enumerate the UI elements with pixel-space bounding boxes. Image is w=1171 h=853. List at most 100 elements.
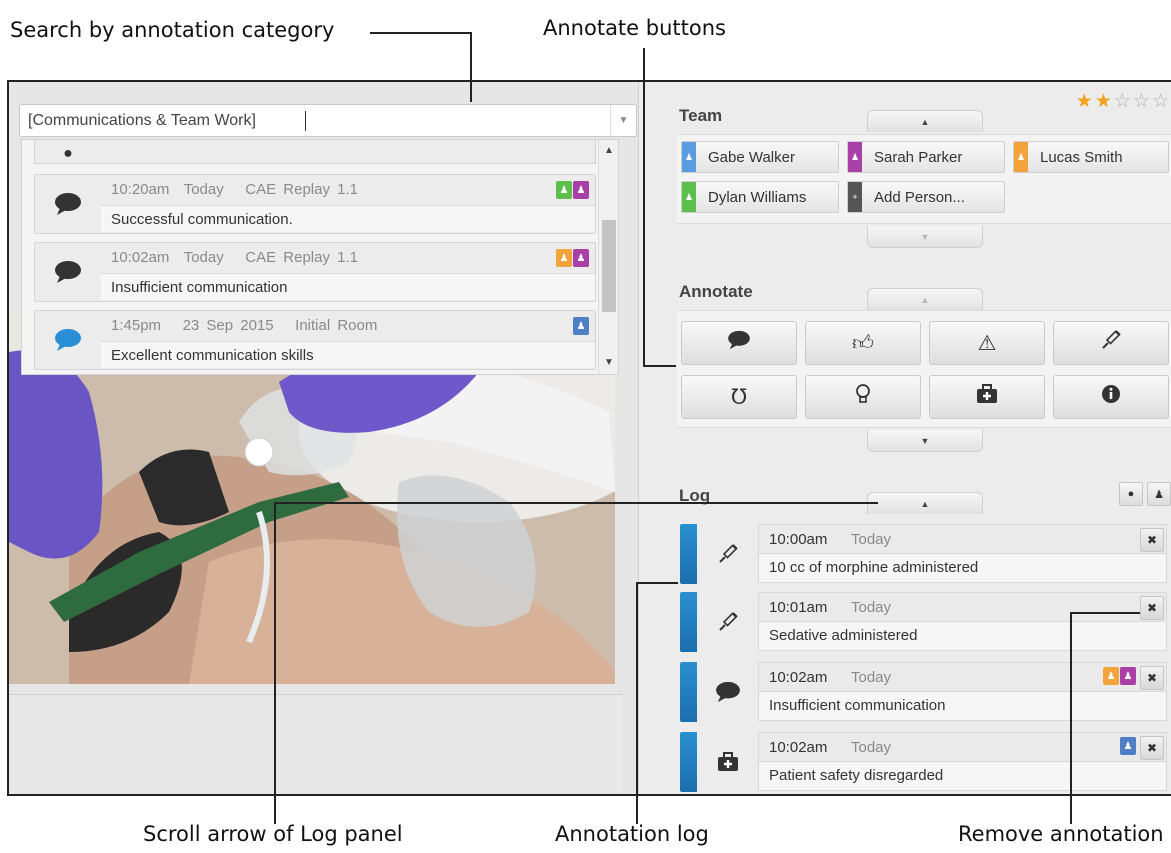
close-icon: ✖ <box>1146 533 1158 547</box>
person-icon: ♟ <box>1014 142 1028 172</box>
text-cursor <box>305 111 306 131</box>
log-entry-text: Patient safety disregarded <box>758 762 1167 791</box>
person-icon: ♟ <box>682 142 696 172</box>
first-aid-kit-icon <box>698 732 758 792</box>
remove-annotation-button[interactable]: ✖ <box>1140 596 1164 620</box>
idea-annotate-button[interactable] <box>805 375 921 419</box>
warning-annotate-button[interactable]: ⚠︎ <box>929 321 1045 365</box>
list-item-partial[interactable]: ● <box>34 140 596 164</box>
list-item[interactable]: 10:02am Today CAE Replay 1.1 ♟ ♟ Insuffi… <box>34 242 596 302</box>
person-icon: ♟ <box>682 182 696 212</box>
person-icon: ♟ <box>556 249 572 267</box>
positive-annotate-button[interactable]: 👍︎ <box>805 321 921 365</box>
safety-annotate-button[interactable] <box>929 375 1045 419</box>
log-entry-day: Today <box>851 739 892 756</box>
callout-annotate-buttons: Annotate buttons <box>543 16 726 40</box>
team-member-chip[interactable]: ♟ Dylan Williams <box>681 181 839 213</box>
log-filter-toggles: ● ♟ <box>1119 482 1171 506</box>
filter-people-toggle[interactable]: ♟ <box>1147 482 1171 506</box>
team-member-chip[interactable]: ♟ Lucas Smith <box>1013 141 1169 173</box>
speech-bubble-icon <box>727 330 751 356</box>
results-scrollbar[interactable]: ▲ ▼ <box>598 140 618 374</box>
comment-annotate-button[interactable] <box>681 321 797 365</box>
scroll-up-arrow-icon[interactable]: ▲ <box>599 140 618 160</box>
callout-search: Search by annotation category <box>10 18 335 42</box>
video-panel: ▼ ● 10:20am Today CAE Replay 1.1 ♟ ♟ Suc… <box>9 82 639 794</box>
person-icon: ♟ <box>1103 667 1119 685</box>
scroll-thumb[interactable] <box>602 220 616 312</box>
leader-line <box>643 48 645 366</box>
result-people: ♟ ♟ <box>556 249 589 267</box>
speech-bubble-icon <box>35 175 101 233</box>
team-scroll-up-arrow-icon[interactable]: ▲ <box>867 110 983 132</box>
result-text: Successful communication. <box>101 205 595 232</box>
speech-bubble-icon: ● <box>63 145 73 162</box>
speech-bubble-icon <box>698 662 758 722</box>
log-entry[interactable]: 10:00am Today ✖ 10 cc of morphine admini… <box>680 524 1167 584</box>
result-meta: 1:45pm 23 Sep 2015 Initial Room <box>111 317 378 334</box>
close-icon: ✖ <box>1146 741 1158 755</box>
right-panel: Team ▲ ★ ★ ☆ ☆ ☆ ♟ Gabe Walker ♟ Sarah P… <box>669 82 1171 794</box>
leader-line <box>636 582 638 824</box>
list-item[interactable]: 10:20am Today CAE Replay 1.1 ♟ ♟ Success… <box>34 174 596 234</box>
annotate-buttons-area: 👍︎ ⚠︎ ℧ <box>677 310 1171 428</box>
annotate-scroll-down-arrow-icon[interactable]: ▼ <box>867 430 983 452</box>
result-meta: 10:02am Today CAE Replay 1.1 <box>111 249 358 266</box>
leader-line <box>1070 612 1140 614</box>
person-icon: ♟ <box>573 249 589 267</box>
medication-annotate-button[interactable] <box>1053 321 1169 365</box>
result-people: ♟ <box>573 317 589 335</box>
star-filled-icon[interactable]: ★ <box>1095 90 1112 113</box>
warning-icon: ⚠︎ <box>977 331 997 355</box>
log-entry-text: Insufficient communication <box>758 692 1167 721</box>
assessment-annotate-button[interactable]: ℧ <box>681 375 797 419</box>
app-window: ▼ ● 10:20am Today CAE Replay 1.1 ♟ ♟ Suc… <box>7 80 1171 796</box>
remove-annotation-button[interactable]: ✖ <box>1140 666 1164 690</box>
person-icon: ♟ <box>1120 737 1136 755</box>
log-entry[interactable]: 10:01am Today ✖ Sedative administered <box>680 592 1167 652</box>
log-entry-people: ♟ ♟ <box>1103 667 1136 685</box>
callout-annotation-log: Annotation log <box>555 822 709 846</box>
info-annotate-button[interactable] <box>1053 375 1169 419</box>
log-entry-text: Sedative administered <box>758 622 1167 651</box>
person-icon: ♟ <box>1154 488 1164 501</box>
star-empty-icon[interactable]: ☆ <box>1114 90 1131 113</box>
remove-annotation-button[interactable]: ✖ <box>1140 528 1164 552</box>
log-entry[interactable]: 10:02am Today ♟ ✖ Patient safety disrega… <box>680 732 1167 792</box>
team-members-area: ♟ Gabe Walker ♟ Sarah Parker ♟ Lucas Smi… <box>677 134 1171 224</box>
team-member-chip[interactable]: ♟ Gabe Walker <box>681 141 839 173</box>
stethoscope-icon: ℧ <box>730 385 748 409</box>
remove-annotation-button[interactable]: ✖ <box>1140 736 1164 760</box>
scroll-down-arrow-icon[interactable]: ▼ <box>599 352 618 372</box>
leader-line <box>1070 612 1072 824</box>
category-search-input[interactable] <box>20 105 610 136</box>
team-member-chip[interactable]: ♟ Sarah Parker <box>847 141 1005 173</box>
log-entry-time: 10:01am <box>769 599 828 616</box>
add-person-button[interactable]: + Add Person... <box>847 181 1005 213</box>
log-entry[interactable]: 10:02am Today ♟ ♟ ✖ Insufficient communi… <box>680 662 1167 722</box>
dropdown-arrow-icon[interactable]: ▼ <box>610 105 636 136</box>
list-item[interactable]: 1:45pm 23 Sep 2015 Initial Room ♟ Excell… <box>34 310 596 370</box>
star-filled-icon[interactable]: ★ <box>1076 90 1093 113</box>
result-people: ♟ ♟ <box>556 181 589 199</box>
callout-scroll-arrow: Scroll arrow of Log panel <box>143 822 403 846</box>
star-empty-icon[interactable]: ☆ <box>1133 90 1150 113</box>
team-scroll-down-arrow-icon[interactable]: ▼ <box>867 226 983 248</box>
log-entry-header: 10:01am Today ✖ <box>758 592 1167 622</box>
log-entry-header: 10:00am Today ✖ <box>758 524 1167 554</box>
category-search-box[interactable]: ▼ <box>19 104 637 137</box>
first-aid-kit-icon <box>976 384 998 410</box>
log-entry-text: 10 cc of morphine administered <box>758 554 1167 583</box>
log-entry-accent <box>680 592 697 652</box>
result-text: Insufficient communication <box>101 273 595 300</box>
filter-comments-toggle[interactable]: ● <box>1119 482 1143 506</box>
star-rating[interactable]: ★ ★ ☆ ☆ ☆ <box>1076 90 1169 113</box>
person-icon: ♟ <box>573 181 589 199</box>
syringe-icon <box>1100 329 1122 357</box>
log-entry-people: ♟ <box>1120 737 1136 755</box>
log-entry-time: 10:02am <box>769 739 828 756</box>
callout-remove-annotation: Remove annotation <box>958 822 1164 846</box>
log-scroll-up-arrow-icon[interactable]: ▲ <box>867 492 983 514</box>
annotate-scroll-up-arrow-icon[interactable]: ▲ <box>867 288 983 310</box>
star-empty-icon[interactable]: ☆ <box>1152 90 1169 113</box>
